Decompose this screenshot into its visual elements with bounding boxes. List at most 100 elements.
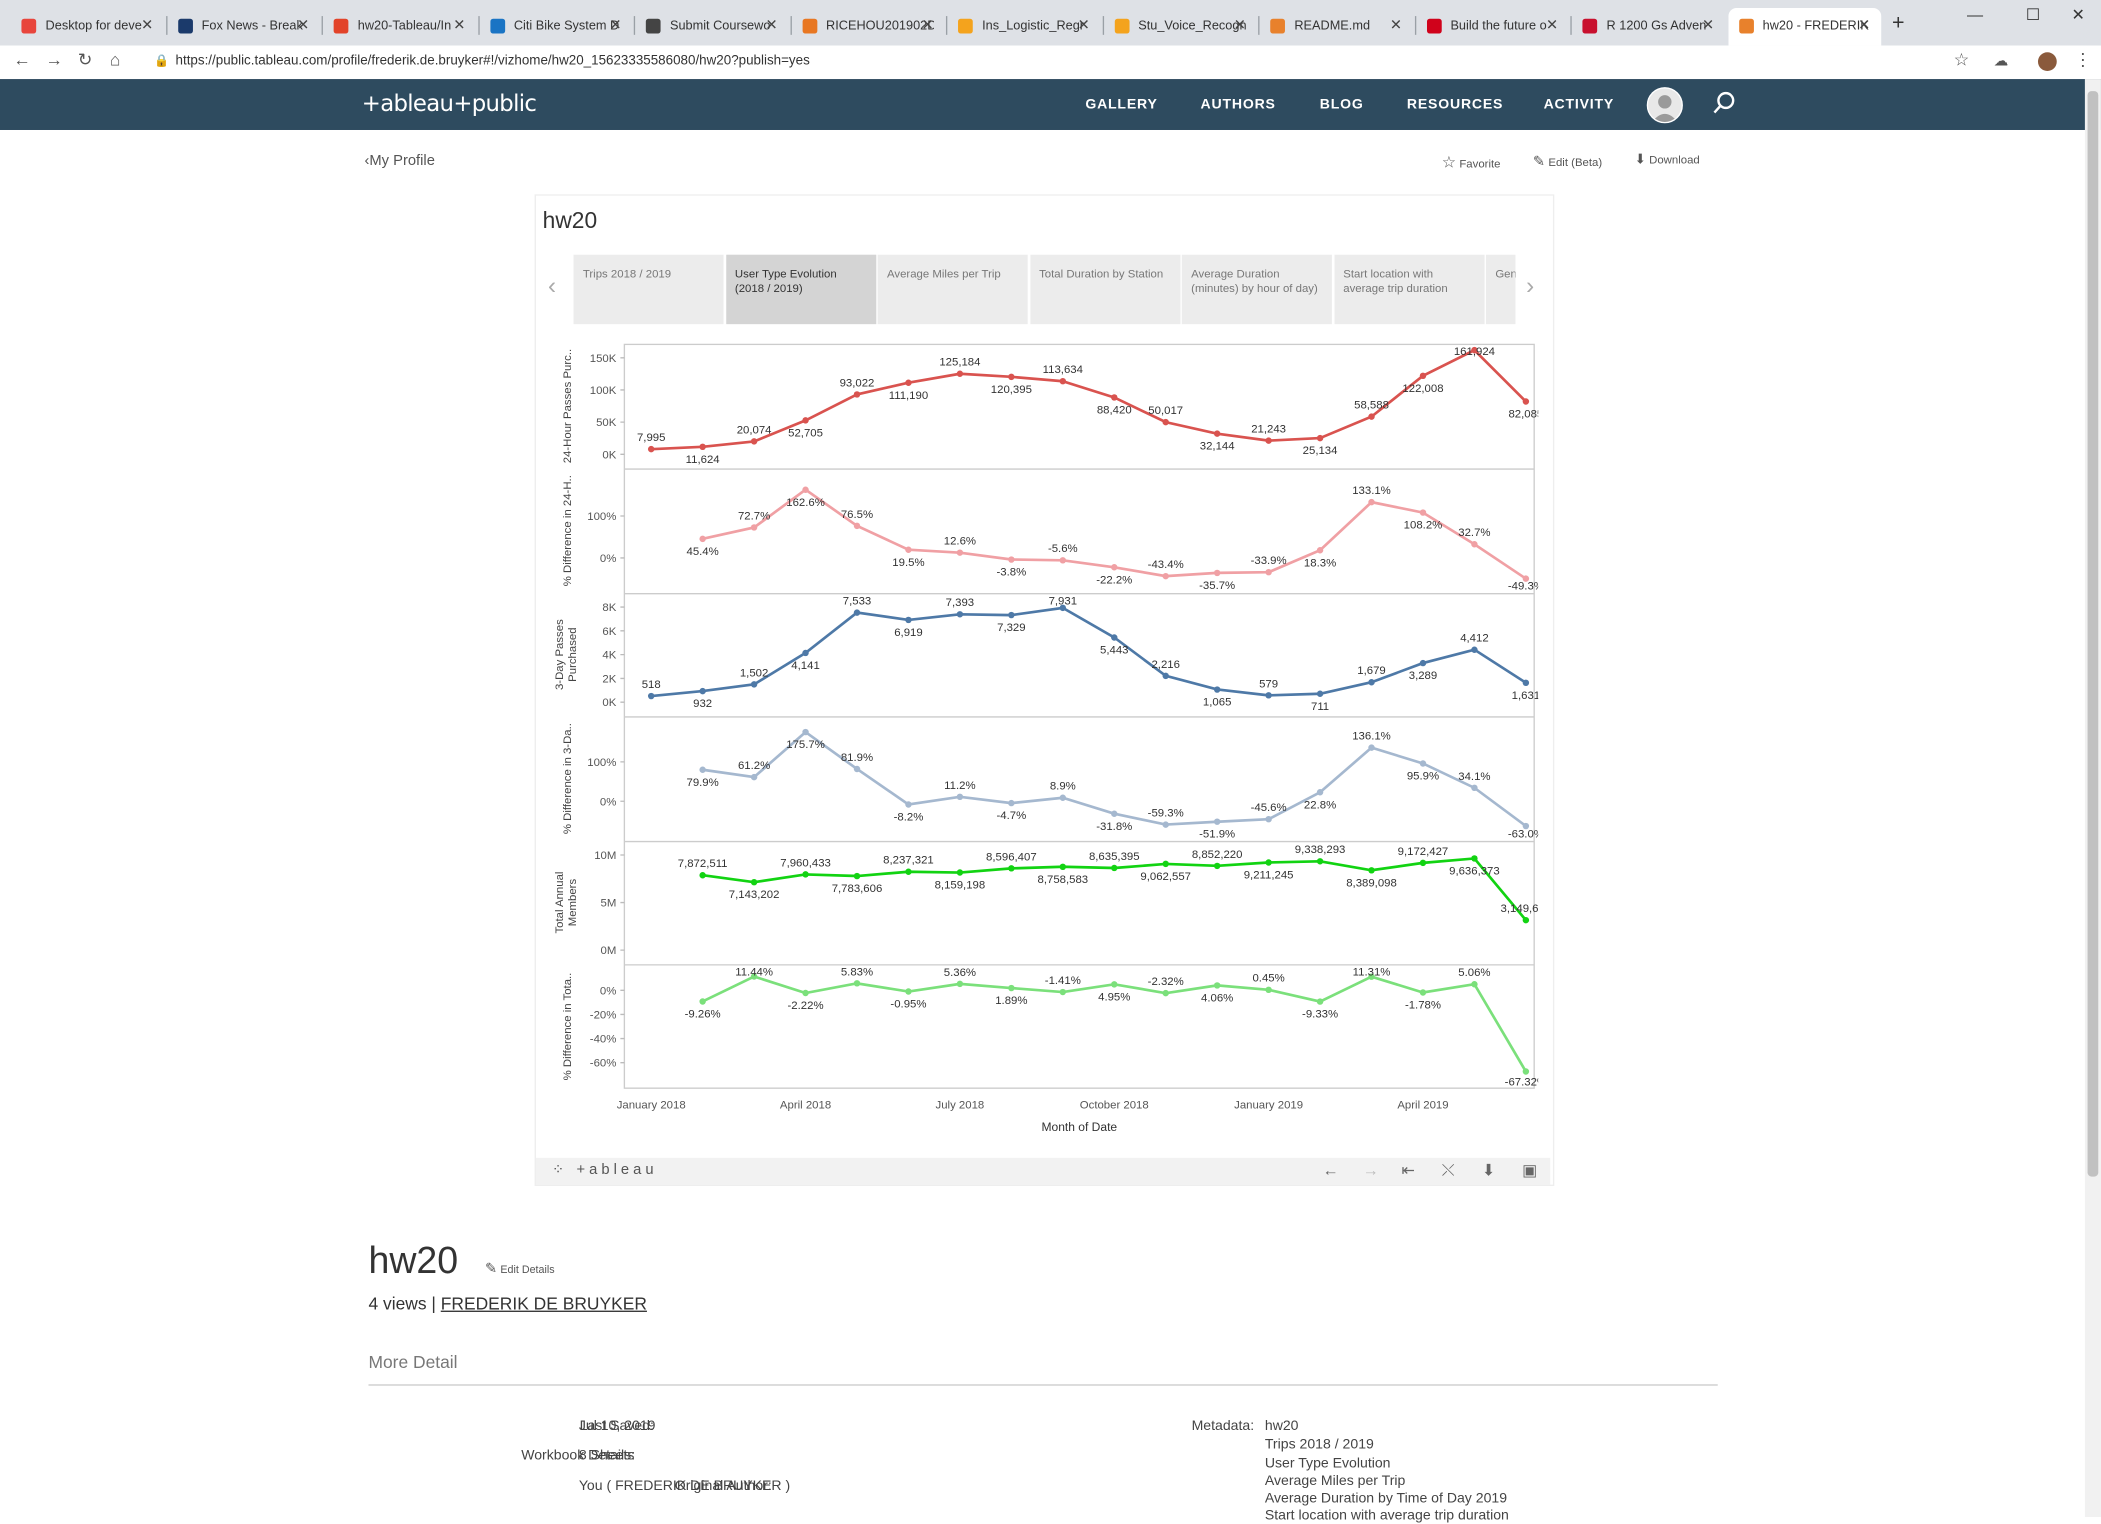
- viz-sheet-tab[interactable]: Average Duration (minutes) by hour of da…: [1181, 254, 1332, 325]
- search-icon[interactable]: [1712, 91, 1736, 122]
- back-icon[interactable]: ←: [13, 50, 30, 70]
- close-tab-icon[interactable]: ✕: [1078, 16, 1090, 33]
- data-point[interactable]: [905, 801, 912, 808]
- data-point[interactable]: [1419, 760, 1427, 767]
- data-point[interactable]: [1368, 679, 1375, 686]
- data-point[interactable]: [750, 438, 758, 445]
- home-icon[interactable]: ⌂: [110, 50, 121, 70]
- data-point[interactable]: [1265, 815, 1272, 823]
- my-profile-link[interactable]: ‹My Profile: [364, 153, 434, 169]
- close-window-icon[interactable]: ✕: [2071, 5, 2084, 24]
- data-point[interactable]: [1008, 984, 1015, 992]
- browser-tab[interactable]: RICEHOU201902D ✕: [791, 8, 944, 46]
- data-point[interactable]: [853, 609, 861, 616]
- data-point[interactable]: [1522, 679, 1530, 687]
- data-point[interactable]: [905, 616, 912, 624]
- data-point[interactable]: [1059, 863, 1067, 871]
- data-point[interactable]: [1368, 867, 1375, 874]
- data-point[interactable]: [1471, 855, 1478, 862]
- data-point[interactable]: [905, 379, 912, 386]
- data-point[interactable]: [1471, 646, 1478, 653]
- data-point[interactable]: [802, 728, 809, 736]
- data-point[interactable]: [1419, 372, 1427, 380]
- data-point[interactable]: [853, 872, 861, 880]
- data-point[interactable]: [1111, 564, 1118, 571]
- data-point[interactable]: [750, 878, 758, 886]
- data-point[interactable]: [1368, 413, 1375, 420]
- viz-download-icon[interactable]: ⬇: [1482, 1161, 1495, 1180]
- viz-sheet-tab[interactable]: Trips 2018 / 2019: [573, 254, 724, 325]
- data-point[interactable]: [1522, 916, 1530, 924]
- data-point[interactable]: [1316, 998, 1324, 1005]
- tabs-prev-icon[interactable]: ‹: [548, 272, 556, 300]
- data-point[interactable]: [750, 773, 758, 781]
- data-point[interactable]: [1008, 865, 1015, 872]
- nav-activity[interactable]: ACTIVITY: [1544, 96, 1615, 112]
- data-point[interactable]: [1419, 989, 1427, 996]
- browser-tab[interactable]: Submit Coursewo ✕: [635, 8, 788, 46]
- data-point[interactable]: [750, 681, 758, 688]
- data-point[interactable]: [1213, 982, 1221, 989]
- new-tab-button[interactable]: +: [1892, 12, 1905, 36]
- data-point[interactable]: [853, 980, 861, 987]
- data-point[interactable]: [1213, 818, 1221, 825]
- data-point[interactable]: [699, 872, 706, 879]
- data-point[interactable]: [1213, 862, 1221, 870]
- data-point[interactable]: [853, 522, 861, 530]
- edit-details-button[interactable]: ✎ Edit Details: [485, 1260, 555, 1277]
- forward-icon[interactable]: →: [46, 50, 63, 70]
- data-point[interactable]: [1316, 789, 1324, 796]
- data-point[interactable]: [802, 417, 809, 424]
- viz-sheet-tab[interactable]: Gen Dur: [1485, 254, 1516, 325]
- data-point[interactable]: [802, 649, 809, 657]
- scrollbar-thumb[interactable]: [2087, 91, 2099, 1177]
- more-detail-heading[interactable]: More Detail: [368, 1352, 457, 1372]
- tableau-toolbar-logo[interactable]: ⁘ +ableau: [552, 1161, 658, 1178]
- fullscreen-icon[interactable]: ▣: [1522, 1161, 1537, 1180]
- data-point[interactable]: [853, 391, 861, 398]
- undo-icon[interactable]: ←: [1322, 1161, 1338, 1180]
- browser-tab[interactable]: Build the future o ✕: [1416, 8, 1569, 46]
- share-icon[interactable]: ⤬: [1442, 1161, 1455, 1181]
- data-point[interactable]: [699, 687, 706, 695]
- data-point[interactable]: [1162, 418, 1169, 426]
- author-link[interactable]: FREDERIK DE BRUYKER: [441, 1293, 647, 1313]
- data-point[interactable]: [956, 370, 964, 377]
- data-point[interactable]: [956, 980, 964, 988]
- data-point[interactable]: [1265, 568, 1272, 576]
- data-point[interactable]: [802, 486, 809, 493]
- data-point[interactable]: [1316, 690, 1324, 697]
- data-point[interactable]: [905, 988, 912, 995]
- data-point[interactable]: [1265, 437, 1272, 444]
- data-point[interactable]: [956, 869, 964, 876]
- data-point[interactable]: [1111, 864, 1118, 872]
- data-point[interactable]: [1419, 659, 1427, 667]
- data-point[interactable]: [1522, 1068, 1530, 1075]
- data-point[interactable]: [1162, 989, 1169, 997]
- data-point[interactable]: [1213, 686, 1221, 693]
- data-point[interactable]: [1008, 799, 1015, 807]
- data-point[interactable]: [1111, 634, 1118, 641]
- menu-icon[interactable]: ⋮: [2074, 50, 2091, 71]
- data-point[interactable]: [802, 989, 809, 997]
- data-point[interactable]: [1213, 569, 1221, 577]
- close-tab-icon[interactable]: ✕: [1546, 16, 1558, 33]
- data-point[interactable]: [1471, 784, 1478, 792]
- close-tab-icon[interactable]: ✕: [1858, 16, 1870, 33]
- profile-avatar[interactable]: [2037, 52, 2057, 72]
- edit-beta-button[interactable]: ✎ Edit (Beta): [1533, 153, 1602, 170]
- data-point[interactable]: [1213, 430, 1221, 437]
- viz-sheet-tab[interactable]: Average Miles per Trip: [877, 254, 1028, 325]
- data-point[interactable]: [699, 535, 706, 543]
- data-point[interactable]: [1059, 377, 1067, 385]
- browser-tab[interactable]: Fox News - Break ✕: [167, 8, 320, 46]
- viz-sheet-tab[interactable]: Total Duration by Station: [1029, 254, 1180, 325]
- browser-tab[interactable]: Citi Bike System D ✕: [479, 8, 632, 46]
- browser-tab[interactable]: Stu_Voice_Recogn ✕: [1103, 8, 1256, 46]
- close-tab-icon[interactable]: ✕: [1390, 16, 1402, 33]
- reload-icon[interactable]: ↻: [78, 50, 93, 71]
- viz-sheet-tab[interactable]: Start location with average trip duratio…: [1333, 254, 1484, 325]
- close-tab-icon[interactable]: ✕: [297, 16, 309, 33]
- browser-tab[interactable]: hw20-Tableau/In ✕: [323, 8, 476, 46]
- site-logo[interactable]: +ableau+public: [362, 91, 537, 118]
